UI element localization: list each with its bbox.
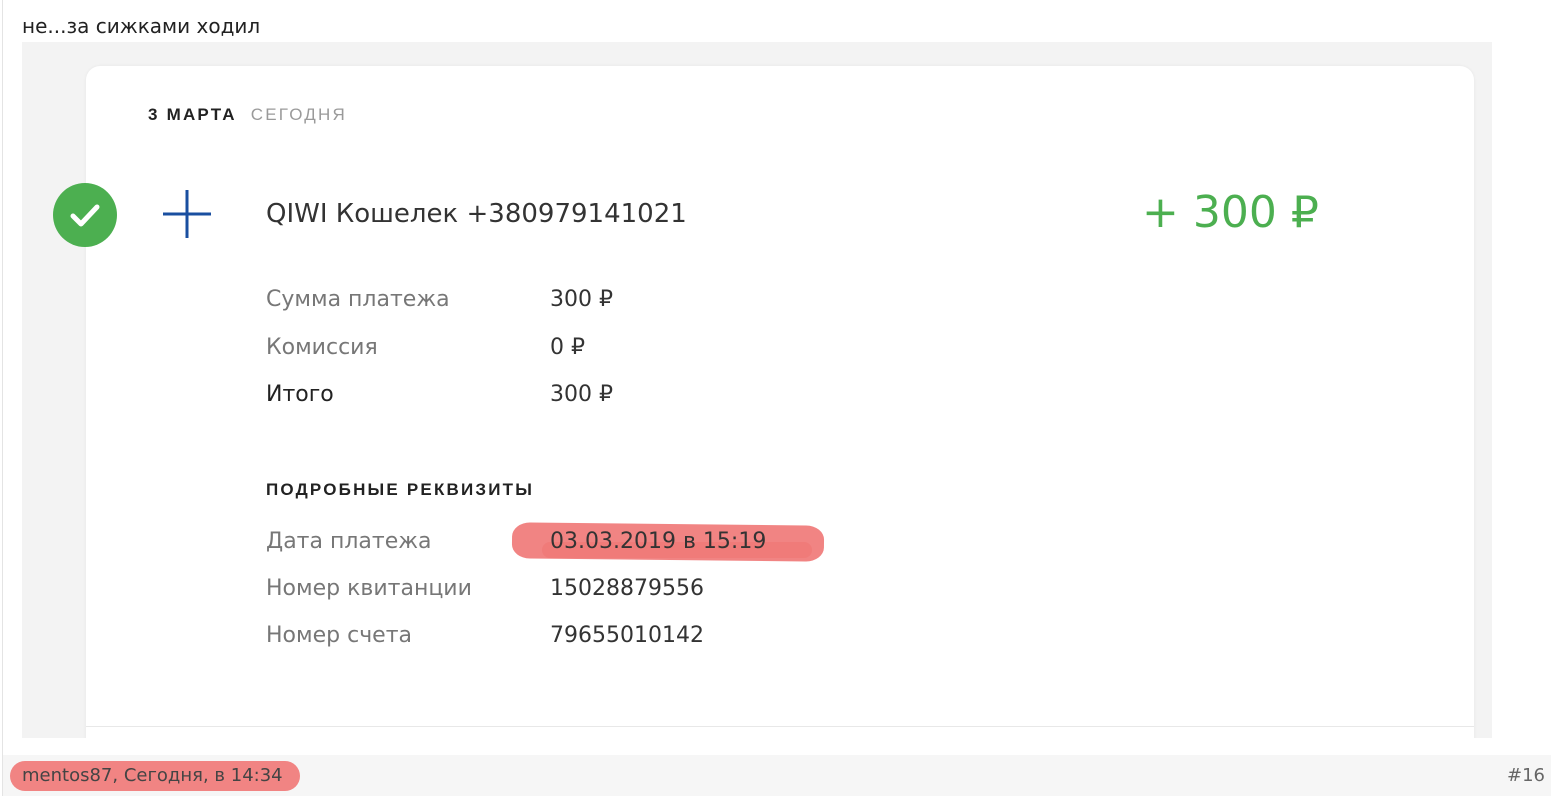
summary-label-total: Итого [266, 382, 334, 407]
today-label: СЕГОДНЯ [250, 105, 347, 124]
detail-value-account: 79655010142 [550, 623, 704, 648]
post-author-link[interactable]: mentos87, Сегодня, в 14:34 [22, 763, 283, 789]
plus-icon [162, 189, 212, 239]
detail-value-receipt: 15028879556 [550, 576, 704, 601]
post-message: не...за сижками ходил [22, 14, 261, 38]
summary-value-total: 300 ₽ [550, 382, 613, 407]
summary-label-fee: Комиссия [266, 335, 378, 360]
attached-screenshot: 3 МАРТА СЕГОДНЯ QIWI Кошелек +38097914102… [22, 42, 1492, 738]
date-label: 3 МАРТА [148, 105, 237, 124]
summary-value-amount: 300 ₽ [550, 287, 613, 312]
detail-label-date: Дата платежа [266, 529, 432, 554]
transaction-title: QIWI Кошелек +380979141021 [266, 199, 687, 229]
detail-label-receipt: Номер квитанции [266, 576, 472, 601]
card-divider [86, 726, 1474, 727]
detail-value-date: 03.03.2019 в 15:19 [550, 529, 767, 554]
date-header: 3 МАРТА СЕГОДНЯ [148, 105, 347, 125]
summary-label-amount: Сумма платежа [266, 287, 450, 312]
check-icon [53, 183, 117, 247]
transaction-amount: + 300 ₽ [1142, 187, 1319, 238]
post-number-link[interactable]: #16 [1507, 763, 1545, 789]
summary-value-fee: 0 ₽ [550, 335, 585, 360]
detail-label-account: Номер счета [266, 623, 413, 648]
details-title: ПОДРОБНЫЕ РЕКВИЗИТЫ [266, 480, 535, 499]
left-border [2, 0, 3, 796]
